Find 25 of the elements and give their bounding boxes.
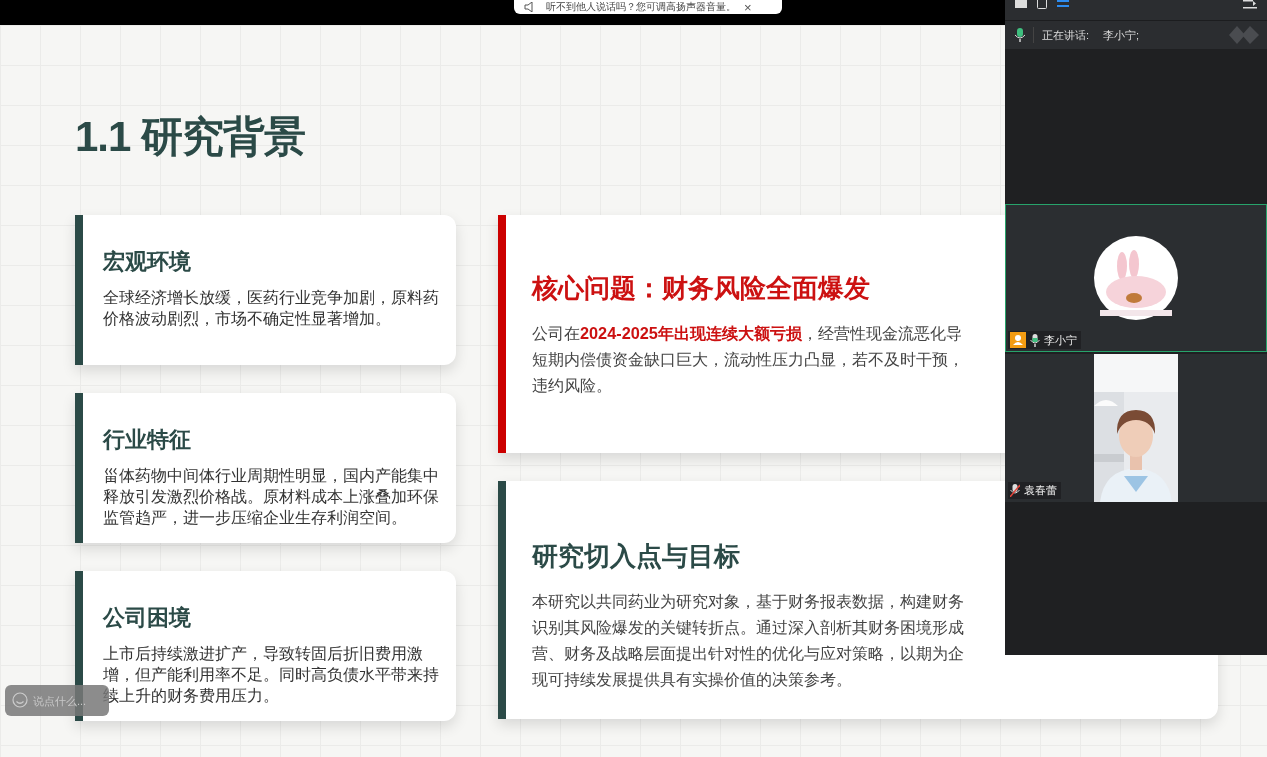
card-title: 研究切入点与目标 [532,540,740,573]
participant-name: 袁春蕾 [1024,483,1057,498]
close-button[interactable]: × [744,0,752,14]
collapse-icon [1243,0,1257,9]
card-text: 全球经济增长放缓，医药行业竞争加剧，原料药价格波动剧烈，市场不确定性显著增加。 [103,288,439,329]
card-title: 核心问题：财务风险全面爆发 [532,272,870,305]
video-tile[interactable]: 李小宁 [1005,204,1267,352]
window-icon [1015,0,1027,8]
menu-icon [1057,0,1069,8]
microphone-icon [1015,28,1025,42]
participant-name: 李小宁 [1044,332,1077,348]
card-title: 宏观环境 [103,248,192,276]
video-tile[interactable]: 袁春蕾 [1005,354,1267,502]
card-text: 本研究以共同药业为研究对象，基于财务报表数据，构建财务 识别其风险爆发的关键转折点。通过深入剖析其财务困境形成 营、财务及战略层面提出针对性的优化与应对策略，以期为企 现可持续发展提供具有实操价值的决策参考。 [532,591,964,690]
card-text: 甾体药物中间体行业周期性明显，国内产能集中释放引发激烈价格战。原材料成本上涨叠加环保监管趋严，进一步压缩企业生存利润空间。 [103,466,439,528]
notification-text: 听不到他人说话吗？您可调高扬声器音量。 [546,1,736,13]
speaking-name: 李小宁; [1103,27,1140,43]
card-title: 公司困境 [103,604,192,632]
phone-icon [1037,0,1047,9]
speaking-label: 正在讲话: [1042,27,1090,43]
card-text: 公司在2024-2025年出现连续大额亏损，经营性现金流恶化导 短期内偿债资金缺口巨大，流动性压力凸显，若不及时干预， 违约风险。 [532,323,964,396]
logo-icon [1229,26,1259,44]
person-icon [1010,332,1026,348]
card-title: 行业特征 [103,426,192,454]
slide-title: 1.1 研究背景 [75,112,306,162]
